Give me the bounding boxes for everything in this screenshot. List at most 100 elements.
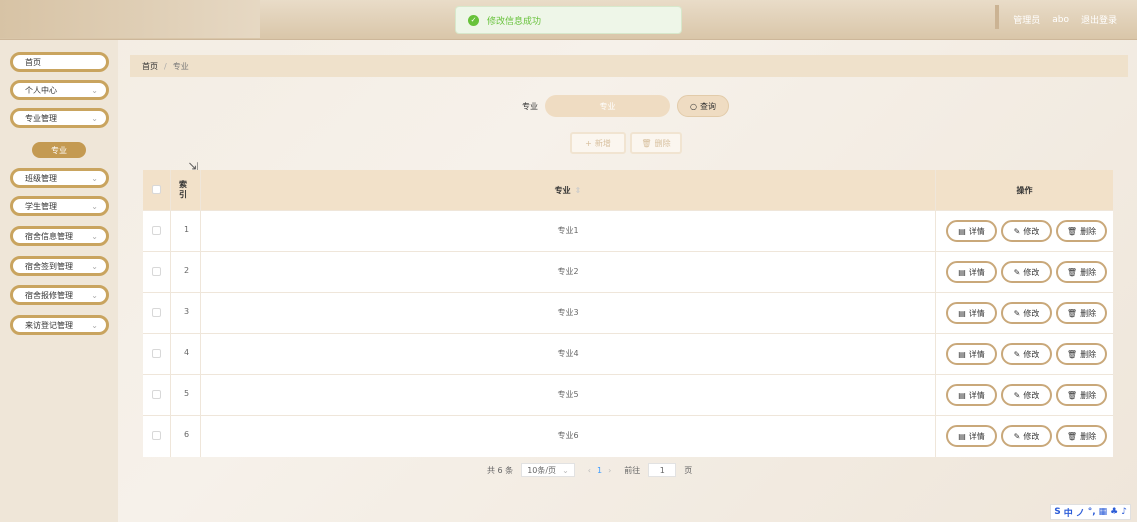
sidebar: 首页 个人中心 ⌄ 专业管理 ⌄ 专业 班级管理 ⌄ 学生管理 ⌄ 宿舍信息管理… — [0, 40, 118, 522]
delete-label: 删除 — [1080, 308, 1097, 318]
edit-label: 修改 — [1023, 349, 1040, 359]
ime-lang-icon[interactable]: 中 — [1064, 506, 1073, 519]
batch-delete-button[interactable]: 🗑 删除 — [630, 132, 682, 154]
detail-button[interactable]: ▤ 详情 — [946, 425, 997, 447]
sidebar-subitem-major[interactable]: 专业 — [32, 142, 86, 158]
delete-button[interactable]: 🗑 删除 — [1056, 343, 1107, 365]
row-checkbox[interactable] — [152, 349, 161, 358]
delete-button[interactable]: 🗑 删除 — [1056, 302, 1107, 324]
table-row: 2 专业2 ▤ 详情 ✎ 修改 🗑 删除 — [143, 251, 1113, 292]
delete-button[interactable]: 🗑 删除 — [1056, 261, 1107, 283]
row-index: 4 — [184, 348, 190, 357]
edit-label: 修改 — [1023, 431, 1040, 441]
sidebar-item-profile[interactable]: 个人中心 ⌄ — [10, 80, 109, 100]
edit-icon: ✎ — [1013, 267, 1021, 277]
edit-button[interactable]: ✎ 修改 — [1001, 302, 1052, 324]
header-major[interactable]: 专业 ⇕ — [201, 170, 935, 210]
ime-punct-icon[interactable]: °, — [1088, 507, 1096, 517]
sidebar-item-dorm-info[interactable]: 宿舍信息管理 ⌄ — [10, 226, 109, 246]
breadcrumb: 首页 / 专业 — [130, 55, 1128, 77]
ime-moon-icon[interactable]: ノ — [1076, 506, 1085, 519]
edit-label: 修改 — [1023, 267, 1040, 277]
sidebar-item-visitor[interactable]: 来访登记管理 ⌄ — [10, 315, 109, 335]
add-button[interactable]: + 新增 — [570, 132, 626, 154]
sidebar-item-class-mgmt[interactable]: 班级管理 ⌄ — [10, 168, 109, 188]
detail-icon: ▤ — [958, 226, 966, 236]
breadcrumb-home[interactable]: 首页 — [142, 61, 158, 72]
page-size-select[interactable]: 10条/页 ⌄ — [521, 463, 575, 477]
edit-icon: ✎ — [1013, 308, 1021, 318]
detail-button[interactable]: ▤ 详情 — [946, 384, 997, 406]
header-index-label: 索引 — [179, 180, 187, 199]
trash-icon: 🗑 — [641, 138, 652, 148]
header-major-label: 专业 — [554, 185, 571, 195]
logout-link[interactable]: 退出登录 — [1081, 13, 1117, 26]
sidebar-item-major-mgmt[interactable]: 专业管理 ⌄ — [10, 108, 109, 128]
goto-label: 前往 — [624, 465, 641, 475]
ime-skin-icon[interactable]: ♣ — [1110, 507, 1118, 517]
detail-button[interactable]: ▤ 详情 — [946, 302, 997, 324]
trash-icon: 🗑 — [1066, 267, 1078, 277]
ime-toolbar: S 中 ノ °, ▦ ♣ ♪ — [1050, 504, 1131, 520]
edit-button[interactable]: ✎ 修改 — [1001, 220, 1052, 242]
sidebar-item-student-mgmt[interactable]: 学生管理 ⌄ — [10, 196, 109, 216]
row-checkbox[interactable] — [152, 267, 161, 276]
detail-label: 详情 — [968, 308, 985, 318]
ime-logo-icon[interactable]: S — [1054, 507, 1060, 517]
detail-button[interactable]: ▤ 详情 — [946, 220, 997, 242]
delete-button[interactable]: 🗑 删除 — [1056, 220, 1107, 242]
detail-label: 详情 — [968, 349, 985, 359]
table-row: 3 专业3 ▤ 详情 ✎ 修改 🗑 删除 — [143, 292, 1113, 333]
detail-button[interactable]: ▤ 详情 — [946, 343, 997, 365]
detail-button[interactable]: ▤ 详情 — [946, 261, 997, 283]
prev-page-button[interactable]: ‹ — [588, 466, 591, 475]
search-input[interactable] — [545, 95, 670, 117]
delete-label: 删除 — [1080, 390, 1097, 400]
goto-input[interactable]: 1 — [648, 463, 677, 477]
delete-button[interactable]: 🗑 删除 — [1056, 425, 1107, 447]
edit-button[interactable]: ✎ 修改 — [1001, 384, 1052, 406]
row-checkbox[interactable] — [152, 308, 161, 317]
trash-icon: 🗑 — [1066, 431, 1078, 441]
select-all-checkbox[interactable] — [152, 185, 161, 194]
user-divider — [995, 5, 1000, 29]
sidebar-item-home[interactable]: 首页 — [10, 52, 109, 72]
row-major: 专业5 — [557, 390, 579, 399]
table-row: 1 专业1 ▤ 详情 ✎ 修改 🗑 删除 — [143, 210, 1113, 251]
sidebar-item-dorm-repair[interactable]: 宿舍报修管理 ⌄ — [10, 285, 109, 305]
toast-message: 修改信息成功 — [487, 16, 542, 27]
trash-icon: 🗑 — [1066, 390, 1078, 400]
ime-keyboard-icon[interactable]: ▦ — [1099, 507, 1108, 517]
edit-icon: ✎ — [1013, 349, 1021, 359]
chevron-down-icon: ⌄ — [91, 114, 98, 123]
search-label: 专业 — [522, 102, 538, 111]
edit-button[interactable]: ✎ 修改 — [1001, 425, 1052, 447]
header-index: 索引 — [179, 170, 199, 210]
success-toast: ✓ 修改信息成功 — [455, 6, 682, 34]
username: abo — [1052, 14, 1069, 25]
delete-button[interactable]: 🗑 删除 — [1056, 384, 1107, 406]
breadcrumb-current: 专业 — [172, 61, 189, 71]
chevron-down-icon: ⌄ — [91, 86, 98, 95]
ime-tool-icon[interactable]: ♪ — [1121, 507, 1127, 517]
edit-button[interactable]: ✎ 修改 — [1001, 343, 1052, 365]
trash-icon: 🗑 — [1066, 349, 1078, 359]
row-checkbox[interactable] — [152, 431, 161, 440]
row-major: 专业6 — [557, 431, 579, 440]
detail-label: 详情 — [968, 267, 985, 277]
header-ops: 操作 — [936, 170, 1113, 210]
search-button[interactable]: ○ 查询 — [677, 95, 729, 117]
sidebar-item-dorm-checkin[interactable]: 宿舍签到管理 ⌄ — [10, 256, 109, 276]
table-header: 索引 专业 ⇕ 操作 — [143, 170, 1113, 210]
row-index: 6 — [184, 430, 190, 439]
breadcrumb-separator: / — [164, 61, 167, 71]
current-page[interactable]: 1 — [597, 466, 602, 475]
row-checkbox[interactable] — [152, 226, 161, 235]
row-major: 专业1 — [557, 226, 579, 235]
edit-button[interactable]: ✎ 修改 — [1001, 261, 1052, 283]
detail-label: 详情 — [968, 431, 985, 441]
sidebar-item-label: 首页 — [25, 57, 41, 67]
row-major: 专业3 — [557, 308, 579, 317]
next-page-button[interactable]: › — [608, 466, 611, 475]
row-checkbox[interactable] — [152, 390, 161, 399]
